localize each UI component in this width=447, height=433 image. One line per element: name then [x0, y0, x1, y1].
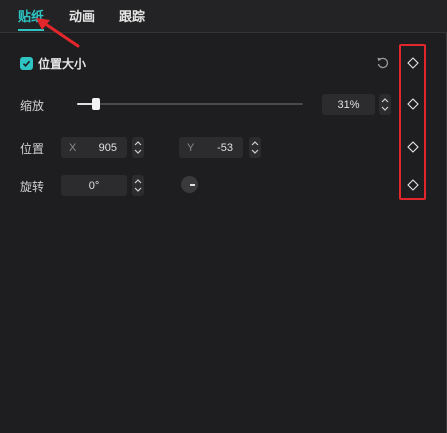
- position-y-stepper-icon[interactable]: [249, 137, 261, 158]
- scale-input[interactable]: 31%: [322, 94, 375, 115]
- scale-slider-thumb[interactable]: [92, 98, 100, 110]
- position-y-input[interactable]: Y -53: [179, 137, 243, 158]
- keyframe-diamond-icon[interactable]: [407, 141, 419, 153]
- rotate-knob-icon[interactable]: [181, 176, 198, 193]
- keyframe-diamond-icon[interactable]: [407, 98, 419, 110]
- keyframe-diamond-icon[interactable]: [407, 179, 419, 191]
- position-x-prefix: X: [69, 141, 77, 154]
- position-label: 位置: [20, 142, 45, 156]
- position-x-stepper-icon[interactable]: [132, 137, 144, 158]
- annotation-arrow-icon: [36, 18, 80, 48]
- keyframe-diamond-icon[interactable]: [407, 57, 419, 69]
- properties-panel: 贴纸 动画 跟踪 位置大小 缩放 31% 位置 X 905 Y -53 旋转 0…: [0, 0, 447, 433]
- tab-tracking[interactable]: 跟踪: [119, 6, 145, 25]
- rotation-stepper-icon[interactable]: [132, 175, 144, 196]
- position-y-value: -53: [217, 141, 233, 154]
- section-title: 位置大小: [38, 56, 87, 71]
- scale-value: 31%: [337, 98, 360, 111]
- scale-slider-track[interactable]: [77, 103, 303, 105]
- position-x-input[interactable]: X 905: [61, 137, 127, 158]
- rotation-input[interactable]: 0°: [61, 175, 127, 196]
- position-y-prefix: Y: [187, 141, 195, 154]
- rotation-label: 旋转: [20, 180, 45, 194]
- check-icon[interactable]: [20, 56, 33, 70]
- reset-icon[interactable]: [376, 56, 390, 70]
- scale-label: 缩放: [20, 99, 45, 113]
- scale-stepper-icon[interactable]: [379, 94, 391, 115]
- section-header: 位置大小: [20, 55, 86, 71]
- rotation-value: 0°: [88, 179, 100, 192]
- position-x-value: 905: [98, 141, 117, 154]
